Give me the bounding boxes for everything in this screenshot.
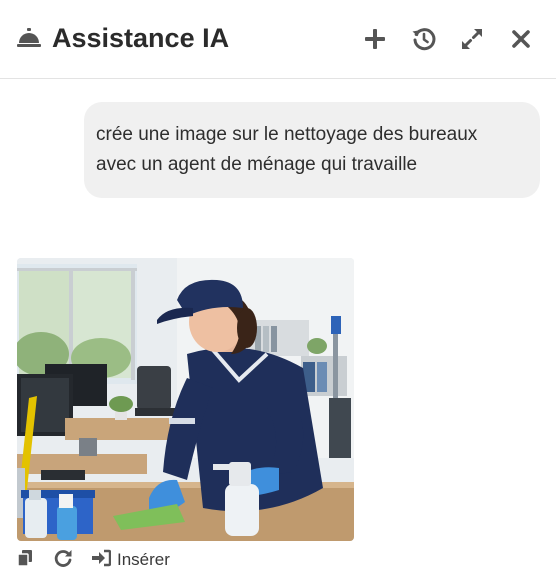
insert-button[interactable]: Insérer xyxy=(91,548,170,572)
user-message-bubble: crée une image sur le nettoyage des bure… xyxy=(84,102,540,198)
insert-label: Insérer xyxy=(117,550,170,569)
redo-icon xyxy=(53,548,73,573)
close-button[interactable] xyxy=(506,24,536,54)
generated-image[interactable] xyxy=(17,258,354,541)
user-message-line: crée une image sur le nettoyage des bure… xyxy=(96,124,478,145)
copy-icon xyxy=(17,549,33,572)
ai-assistant-panel: Assistance IA crée une image sur le nett… xyxy=(0,0,556,588)
retry-button[interactable] xyxy=(53,548,73,572)
insert-icon xyxy=(91,549,112,572)
history-button[interactable] xyxy=(409,24,439,54)
expand-icon xyxy=(459,26,485,52)
panel-header: Assistance IA xyxy=(0,0,556,79)
cleaning-agent-office-photo xyxy=(17,258,354,541)
concierge-bell-icon xyxy=(16,27,42,49)
expand-button[interactable] xyxy=(457,24,487,54)
panel-title: Assistance IA xyxy=(52,23,230,53)
copy-button[interactable] xyxy=(17,548,35,572)
user-message-line: avec un agent de ménage qui travaille xyxy=(96,154,418,175)
history-icon xyxy=(411,26,437,52)
close-icon xyxy=(510,28,532,50)
new-chat-button[interactable] xyxy=(360,24,390,54)
plus-icon xyxy=(363,27,387,51)
